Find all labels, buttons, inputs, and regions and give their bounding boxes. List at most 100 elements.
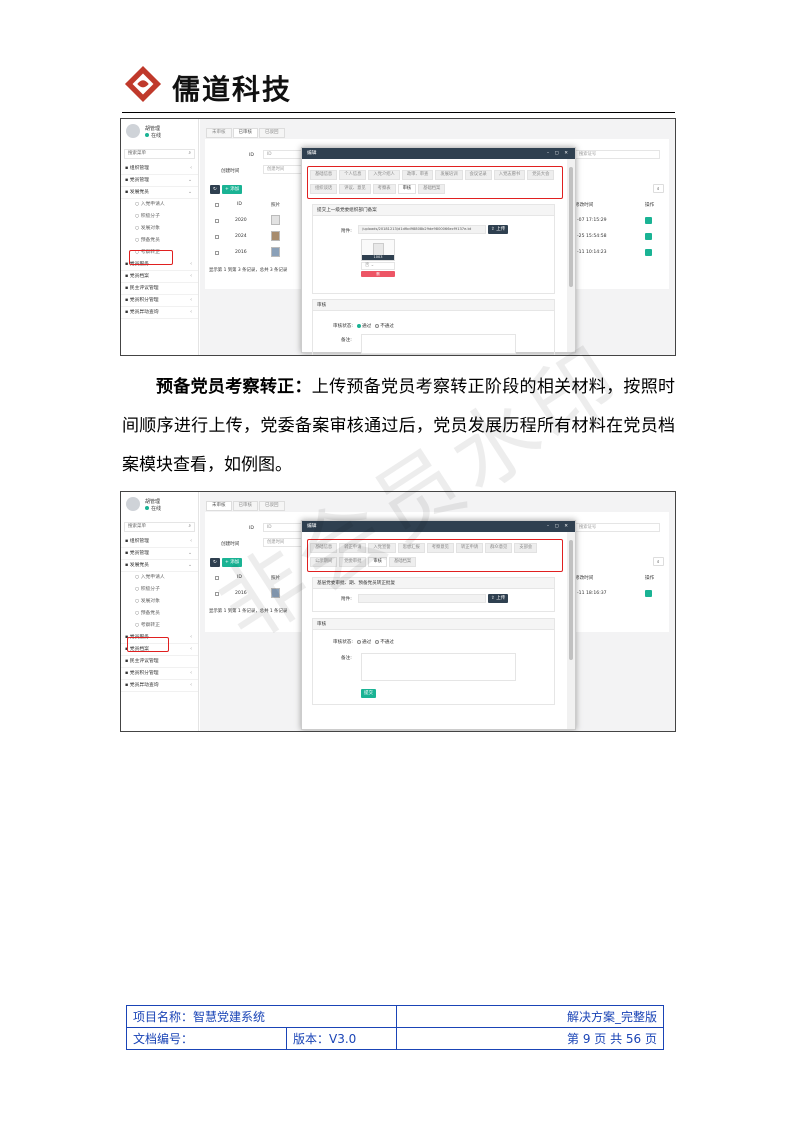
sidebar-item[interactable]: ○ 发展对象 (121, 223, 198, 235)
refresh-button[interactable]: ↻ (210, 185, 220, 194)
sidebar-item[interactable]: ▪ 党员管理 ⌄ (121, 548, 198, 560)
header-divider (122, 112, 675, 113)
edit-modal: 编辑 – ▢ ✕ 基础信息 个人信息 入党介绍人 政审、审查 发展培训 会议记录 入党志愿书党… (301, 147, 576, 355)
modal-body: 基础信息 个人信息 入党介绍人 政审、审查 发展培训 会议记录 入党志愿书 党员大会 组织谈话评… (302, 159, 567, 355)
highlight-box (307, 166, 563, 199)
row-time: -11 18:16:37 (577, 591, 607, 596)
avatar (126, 497, 140, 511)
row-time: -11 10:14:23 (577, 250, 607, 255)
sidebar-item[interactable]: ○ 入党申请人 (121, 199, 198, 211)
row-checkbox[interactable] (215, 219, 219, 223)
row-id: 2020 (235, 218, 247, 223)
section-title: 审核 (313, 619, 554, 630)
paragraph-heading: 预备党员考察转正： (156, 377, 312, 397)
sidebar-item[interactable]: ○ 预备党员 (121, 235, 198, 247)
sidebar-item[interactable]: ▪ 发展党员 ⌄ (121, 560, 198, 572)
status-tabs: 未审核 已审核 已驳回 (206, 128, 286, 138)
logo-diamond-icon (124, 65, 162, 103)
chevron-icon: ‹ (190, 274, 192, 279)
tab-unreviewed[interactable]: 未审核 (206, 128, 232, 138)
upload-button[interactable]: ⇪ 上传 (488, 225, 509, 234)
user-status: 在线 (145, 132, 161, 139)
menu-search-input[interactable]: 搜索菜单 ⌕ (124, 149, 195, 159)
status-radios[interactable]: 通过 不通过 (353, 639, 394, 645)
radio-pass[interactable] (357, 639, 361, 644)
sidebar-item[interactable]: ▪ 民主评议管理 (121, 656, 198, 668)
modal-scrollbar[interactable] (567, 532, 575, 729)
sidebar-item[interactable]: ▪ 党员异动查询 ‹ (121, 307, 198, 319)
edit-icon[interactable] (645, 590, 652, 597)
radio-reject[interactable] (375, 639, 380, 644)
remark-textarea[interactable] (361, 653, 516, 681)
file-select[interactable]: 否 ⌄ (361, 262, 395, 270)
attach-path-input[interactable] (358, 594, 486, 603)
doc-type: 解决方案_完整版 (396, 1005, 664, 1028)
remark-textarea[interactable] (361, 334, 516, 354)
radio-pass[interactable] (357, 323, 361, 328)
window-controls-icon[interactable]: – ▢ ✕ (547, 148, 570, 159)
sidebar-item[interactable]: ▪ 民主评议管理 (121, 283, 198, 295)
col-photo: 照片 (271, 203, 281, 208)
row-id: 2024 (235, 234, 247, 239)
chevron-icon: ‹ (190, 635, 192, 640)
edit-icon[interactable] (645, 233, 652, 240)
page-info: 显示第 1 到第 3 条记录，总共 3 条记录 (209, 268, 288, 273)
sidebar-item[interactable]: ○ 积极分子 (121, 584, 198, 596)
sidebar-item[interactable]: ○ 积极分子 (121, 211, 198, 223)
sidebar-item[interactable]: ▪ 发展党员 ⌄ (121, 187, 198, 199)
sidebar-item[interactable]: ○ 考察转正 (121, 620, 198, 632)
menu-search-input[interactable]: 搜索菜单 ⌕ (124, 522, 195, 532)
sidebar-item[interactable]: ▪ 组织管理 ‹ (121, 163, 198, 175)
col-actions: 操作 (645, 203, 655, 208)
add-button[interactable]: + 添加 (222, 185, 243, 194)
chevron-icon: ‹ (190, 671, 192, 676)
upload-button[interactable]: ⇪ 上传 (488, 594, 509, 603)
user-profile: 胡管理 在线 (121, 492, 198, 520)
row-checkbox[interactable] (215, 251, 219, 255)
search-input[interactable]: 搜索证号 (575, 523, 660, 532)
member-photo (271, 231, 280, 241)
chevron-icon: ‹ (190, 310, 192, 315)
modal-header: 编辑 – ▢ ✕ (302, 148, 575, 159)
sidebar-item[interactable]: ○ 发展对象 (121, 596, 198, 608)
sidebar: 胡管理 在线 搜索菜单 ⌕ ▪ 组织管理 ‹ ▪ 党员管理 ⌄ ▪ 发展党员 ⌄ ○ 入党申请… (121, 492, 199, 731)
tab-reviewed[interactable]: 已审核 (232, 501, 258, 511)
doc-number: 文档编号： (126, 1027, 287, 1050)
user-profile: 胡管理 在线 (121, 119, 198, 147)
section-title: 审核 (313, 300, 554, 311)
tab-reviewed[interactable]: 已审核 (232, 128, 258, 138)
search-icon: ⌕ (188, 151, 191, 156)
sidebar-item[interactable]: ▪ 党员异动查询 ‹ (121, 680, 198, 692)
highlight-box (127, 637, 169, 652)
company-logo: 儒道科技 (122, 62, 312, 110)
user-name: 胡管理 (145, 499, 161, 505)
edit-icon[interactable] (645, 217, 652, 224)
window-controls-icon[interactable]: – ▢ ✕ (547, 521, 570, 532)
row-checkbox[interactable] (215, 235, 219, 239)
highlight-box (129, 250, 173, 265)
delete-button[interactable]: 删 (361, 271, 395, 277)
search-input[interactable]: 搜索证号 (575, 150, 660, 159)
attach-path-input[interactable]: /uploads/20181213/d1dfbd98808b29de980006… (358, 225, 486, 234)
search-icon[interactable]: ⌕ (653, 184, 664, 193)
logo-text: 儒道科技 (172, 73, 293, 106)
sidebar-item[interactable]: ▪ 党员积分管理 ‹ (121, 668, 198, 680)
member-photo (271, 215, 280, 225)
select-all-checkbox[interactable] (215, 203, 219, 207)
sidebar-item[interactable]: ○ 入党申请人 (121, 572, 198, 584)
status-radios[interactable]: 通过 不通过 (353, 323, 394, 329)
tab-rejected[interactable]: 已驳回 (259, 128, 285, 138)
row-time: -25 15:54:58 (577, 234, 607, 239)
submit-button[interactable]: 提交 (361, 689, 376, 698)
edit-icon[interactable] (645, 249, 652, 256)
tab-unreviewed[interactable]: 未审核 (206, 501, 232, 511)
sidebar-item[interactable]: ▪ 党员管理 ⌄ (121, 175, 198, 187)
sidebar-item[interactable]: ○ 预备党员 (121, 608, 198, 620)
sidebar-item[interactable]: ▪ 党员积分管理 ‹ (121, 295, 198, 307)
sidebar-item[interactable]: ▪ 组织管理 ‹ (121, 536, 198, 548)
search-icon[interactable]: ⌕ (653, 557, 664, 566)
doc-version: 版本：V3.0 (286, 1027, 397, 1050)
col-modified: 修改时间 (575, 203, 594, 208)
sidebar-item[interactable]: ▪ 党员档案 ‹ (121, 271, 198, 283)
radio-reject[interactable] (375, 323, 380, 328)
